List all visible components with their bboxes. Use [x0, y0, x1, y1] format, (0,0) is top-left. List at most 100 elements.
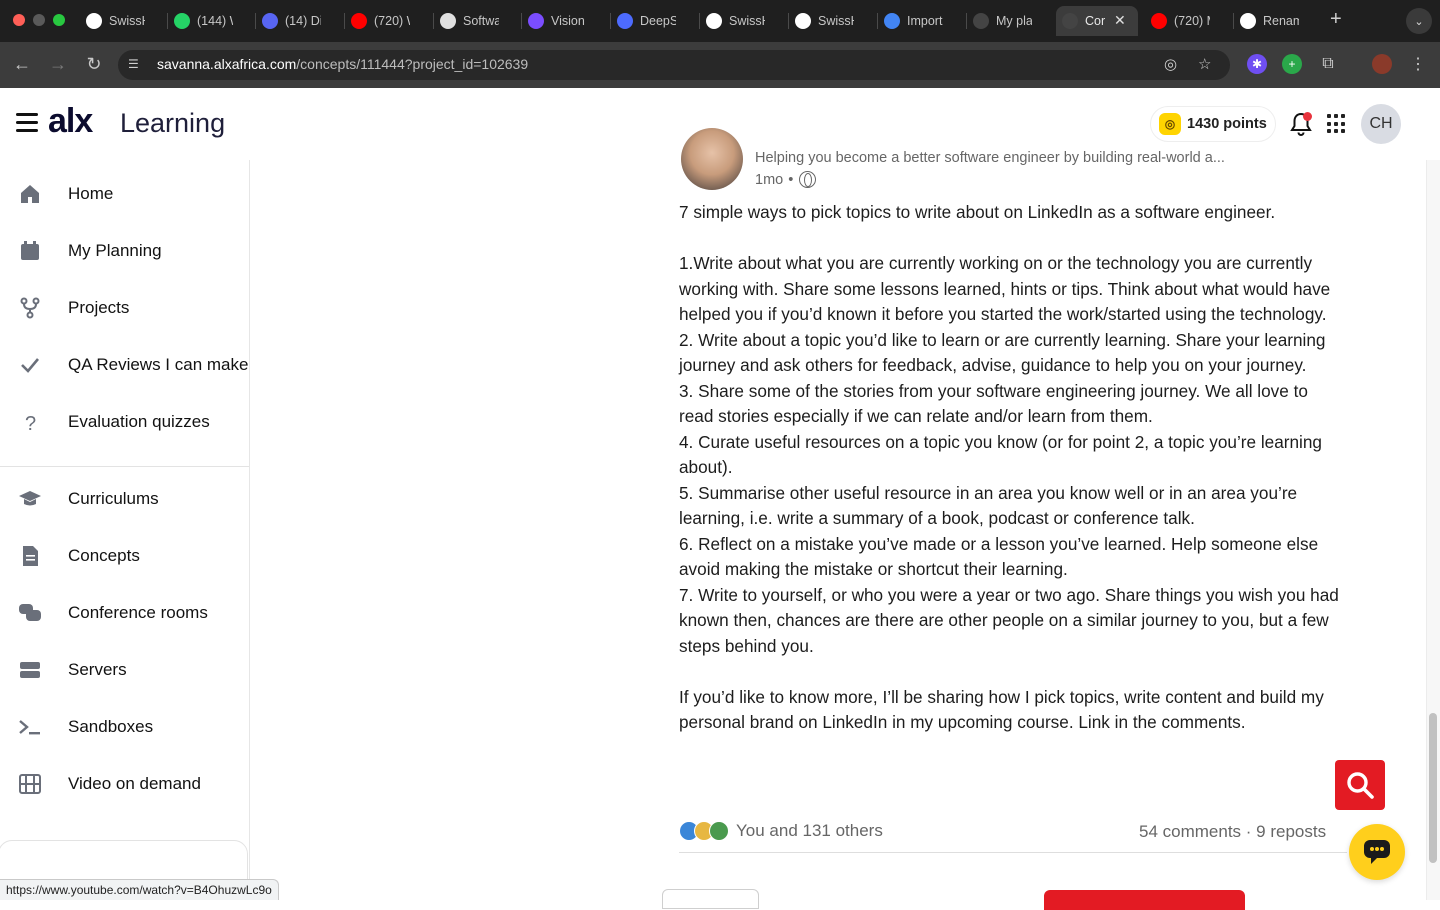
maximize-window-button[interactable] [53, 14, 65, 26]
extensions-puzzle-icon[interactable]: ⧉ [1318, 54, 1338, 74]
browser-tab-title: Vision L [551, 14, 587, 28]
post-point: 6. Reflect on a mistake you’ve made or a… [679, 533, 1319, 580]
points-label: 1430 points [1187, 116, 1267, 132]
extension-add-icon[interactable]: + [1282, 54, 1302, 74]
extension-purple-icon[interactable]: ✱ [1247, 54, 1267, 74]
close-tab-icon[interactable]: ✕ [1114, 12, 1126, 29]
browser-tab[interactable]: Renam [1234, 6, 1318, 36]
support-reaction-icon [709, 821, 729, 841]
reactions-summary[interactable]: You and 131 others [679, 821, 883, 841]
chat-support-button[interactable] [1349, 824, 1405, 880]
browser-tab-title: My plar [996, 14, 1032, 28]
sidebar-item-home[interactable]: Home [0, 171, 249, 217]
reload-button[interactable]: ↻ [81, 51, 107, 77]
bookmark-star-icon[interactable]: ☆ [1198, 55, 1211, 73]
chat-bubbles-icon [18, 601, 42, 625]
url-text[interactable]: savanna.alxafrica.com/concepts/111444?pr… [157, 56, 528, 72]
browser-tab[interactable]: (720) M [1145, 6, 1229, 36]
browser-tab[interactable]: (720) W [345, 6, 429, 36]
youtube-icon [351, 13, 367, 29]
sidebar-item-concepts[interactable]: Concepts [0, 533, 249, 579]
user-avatar[interactable]: CH [1361, 104, 1401, 144]
post-intro: 7 simple ways to pick topics to write ab… [679, 202, 1276, 222]
hamburger-menu-icon[interactable] [16, 113, 38, 133]
sidebar-item-label: Conference rooms [68, 603, 208, 622]
post-outro: If you’d like to know more, I’ll be shar… [679, 686, 1324, 733]
sidebar-item-label: Curriculums [68, 489, 159, 508]
close-window-button[interactable] [13, 14, 25, 26]
graduation-cap-icon [18, 487, 42, 511]
sidebar-item-qa-reviews-i-can-make[interactable]: QA Reviews I can make [0, 342, 249, 388]
sidebar-divider [0, 466, 249, 467]
alx-icon [973, 13, 989, 29]
profile-avatar-icon[interactable] [1372, 54, 1392, 74]
docs-icon [884, 13, 900, 29]
apps-grid-icon[interactable] [1327, 114, 1347, 134]
post-meta: 1mo • [755, 171, 817, 188]
browser-tab-title: SwissH [729, 14, 765, 28]
sidebar-item-curriculums[interactable]: Curriculums [0, 476, 249, 522]
search-button[interactable] [1335, 760, 1385, 810]
site-settings-icon[interactable]: ☰ [128, 57, 144, 73]
sidebar-item-servers[interactable]: Servers [0, 647, 249, 693]
points-badge[interactable]: ◎ 1430 points [1150, 106, 1276, 142]
browser-tab-title: Renam [1263, 14, 1299, 28]
post-author-avatar[interactable] [681, 128, 743, 190]
vision-icon [528, 13, 544, 29]
browser-tab[interactable]: (144) W [168, 6, 252, 36]
sidebar-item-sandboxes[interactable]: Sandboxes [0, 704, 249, 750]
browser-tab[interactable]: Importa [878, 6, 962, 36]
browser-tab[interactable]: SwissH [700, 6, 784, 36]
browser-tab-title: Importa [907, 14, 943, 28]
browser-tab-title: Softwar [463, 14, 499, 28]
browser-menu-icon[interactable]: ⋮ [1408, 54, 1428, 74]
sidebar-item-my-planning[interactable]: My Planning [0, 228, 249, 274]
reactions-text: You and 131 others [736, 821, 883, 840]
discord-icon [262, 13, 278, 29]
points-coin-icon: ◎ [1159, 113, 1181, 135]
browser-tab[interactable]: Vision L [522, 6, 606, 36]
sidebar-item-label: Projects [68, 298, 130, 317]
url-path: /concepts/111444?project_id=102639 [296, 56, 529, 72]
sidebar-item-conference-rooms[interactable]: Conference rooms [0, 590, 249, 636]
secondary-button[interactable] [662, 889, 759, 909]
new-tab-button[interactable]: + [1330, 8, 1342, 31]
sidebar-item-evaluation-quizzes[interactable]: ? Evaluation quizzes [0, 399, 249, 445]
tab-search-button[interactable]: ⌄ [1406, 8, 1432, 34]
browser-tab[interactable]: Softwar [434, 6, 518, 36]
deepseek-icon [617, 13, 633, 29]
alx-logo[interactable]: alx [48, 102, 93, 141]
browser-tab[interactable]: (14) Dis [256, 6, 340, 36]
back-button[interactable]: ← [9, 51, 35, 77]
eye-off-icon[interactable]: ◎ [1164, 55, 1177, 73]
svg-text:?: ? [25, 413, 36, 434]
browser-tab-title: (144) W [197, 14, 233, 28]
browser-tab-title: (720) W [374, 14, 410, 28]
post-point: 1.Write about what you are currently wor… [679, 253, 1331, 324]
post-points: 1.Write about what you are currently wor… [679, 251, 1347, 659]
url-host: savanna.alxafrica.com [157, 56, 297, 72]
home-icon [18, 182, 42, 206]
github-icon [795, 13, 811, 29]
browser-tab[interactable]: SwissH [80, 6, 164, 36]
fork-icon [18, 296, 42, 320]
post-point: 2. Write about a topic you’d like to lea… [679, 329, 1326, 376]
minimize-window-button[interactable] [33, 14, 45, 26]
check-icon [18, 353, 42, 377]
scrollbar-thumb[interactable] [1429, 713, 1437, 863]
forward-button[interactable]: → [45, 51, 71, 77]
sidebar-item-video-on-demand[interactable]: Video on demand [0, 761, 249, 807]
sidebar-item-label: My Planning [68, 241, 162, 260]
film-icon [18, 772, 42, 796]
browser-tab-title: (720) M [1174, 14, 1210, 28]
github-icon [706, 13, 722, 29]
engagement-counts[interactable]: 54 comments · 9 reposts [1139, 822, 1326, 842]
sidebar-item-projects[interactable]: Projects [0, 285, 249, 331]
primary-button[interactable] [1044, 890, 1245, 910]
browser-tab[interactable]: SwissH [789, 6, 873, 36]
browser-tab-title: DeepSe [640, 14, 676, 28]
post-point: 5. Summarise other useful resource in an… [679, 482, 1298, 529]
sidebar-item-label: Servers [68, 660, 127, 679]
browser-tab[interactable]: My plar [967, 6, 1051, 36]
browser-tab[interactable]: DeepSe [611, 6, 695, 36]
